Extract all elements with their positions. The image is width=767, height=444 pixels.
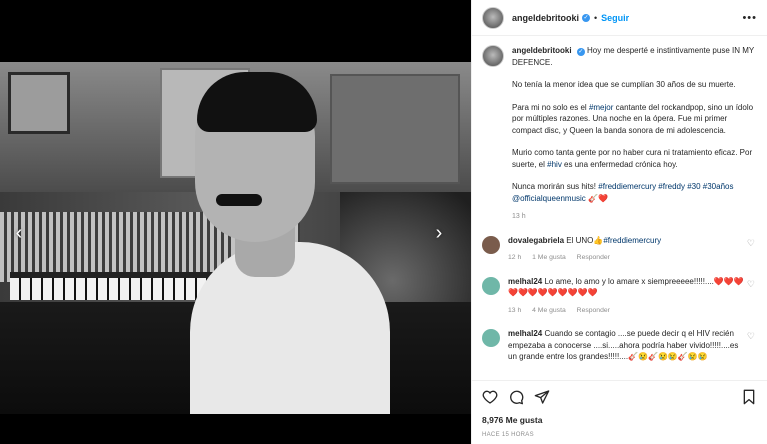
- hashtag-link[interactable]: #mejor: [589, 103, 613, 112]
- like-comment-heart-icon[interactable]: ♡: [747, 331, 755, 342]
- reply-button[interactable]: Responder: [577, 307, 610, 314]
- post-caption: angeldebritooki ✓ Hoy me desperté e inst…: [482, 45, 757, 235]
- bookmark-icon[interactable]: [741, 389, 757, 405]
- post-header: angeldebritooki ✓ • Seguir •••: [472, 0, 767, 36]
- caption-timestamp[interactable]: 13 h: [512, 211, 757, 223]
- share-icon[interactable]: [534, 389, 550, 405]
- comment-username[interactable]: melhal24: [508, 329, 542, 338]
- author-username[interactable]: angeldebritooki: [512, 13, 579, 23]
- verified-badge-icon: ✓: [582, 13, 591, 22]
- comment-avatar[interactable]: [482, 329, 500, 347]
- comment-time[interactable]: 13 h: [508, 307, 521, 314]
- follow-button[interactable]: Seguir: [601, 13, 629, 23]
- separator-dot: •: [594, 12, 598, 23]
- comment-likes[interactable]: 4 Me gusta: [532, 307, 566, 314]
- comment-item: melhal24 Cuando se contagio ....se puede…: [482, 328, 757, 363]
- reply-button[interactable]: Responder: [577, 254, 610, 261]
- hashtag-link[interactable]: #hiv: [547, 160, 562, 169]
- caption-paragraph-2: No tenía la menor idea que se cumplían 3…: [512, 80, 736, 89]
- post-side-panel: angeldebritooki ✓ • Seguir ••• angeldebr…: [471, 0, 767, 444]
- hashtag-link[interactable]: #freddiemercury: [603, 236, 661, 245]
- like-comment-heart-icon[interactable]: ♡: [747, 279, 755, 290]
- previous-arrow-icon[interactable]: ‹: [8, 222, 30, 244]
- comment-time[interactable]: 12 h: [508, 254, 521, 261]
- caption-paragraph-3: Para mi no solo es el #mejor cantante de…: [512, 102, 754, 135]
- comment-icon[interactable]: [508, 389, 524, 405]
- comment-avatar[interactable]: [482, 276, 500, 295]
- comment-item: melhal24 Lo ame, lo amo y lo amare x sie…: [482, 276, 757, 317]
- caption-paragraph-4: Murio como tanta gente por no haber cura…: [512, 148, 753, 169]
- post-age[interactable]: HACE 15 HORAS: [482, 432, 757, 438]
- comments-scroll-area[interactable]: angeldebritooki ✓ Hoy me desperté e inst…: [472, 37, 767, 380]
- comment-item: dovalegabriela El UNO👍#freddiemercury 12…: [482, 235, 757, 264]
- more-options-icon[interactable]: •••: [742, 12, 757, 24]
- comment-avatar[interactable]: [482, 235, 500, 254]
- verified-badge-icon: ✓: [576, 48, 585, 56]
- like-comment-heart-icon[interactable]: ♡: [747, 238, 755, 249]
- post-photo[interactable]: [0, 62, 471, 414]
- instagram-post-modal: ‹ › angeldebritooki ✓ • Seguir ••• angel…: [0, 0, 767, 444]
- comment-username[interactable]: melhal24: [508, 277, 542, 286]
- likes-count[interactable]: 8,976 Me gusta: [482, 415, 757, 425]
- caption-avatar[interactable]: [482, 45, 504, 67]
- author-avatar[interactable]: [482, 6, 504, 29]
- post-actions: 8,976 Me gusta HACE 15 HORAS: [472, 380, 767, 444]
- next-arrow-icon[interactable]: ›: [428, 222, 450, 244]
- caption-username[interactable]: angeldebritooki: [512, 46, 572, 55]
- caption-paragraph-5: Nunca morirán sus hits! #freddiemercury …: [512, 182, 734, 203]
- heart-icon[interactable]: [482, 389, 498, 405]
- comment-likes[interactable]: 1 Me gusta: [532, 254, 566, 261]
- post-media: ‹ ›: [0, 0, 471, 444]
- comment-username[interactable]: dovalegabriela: [508, 236, 564, 245]
